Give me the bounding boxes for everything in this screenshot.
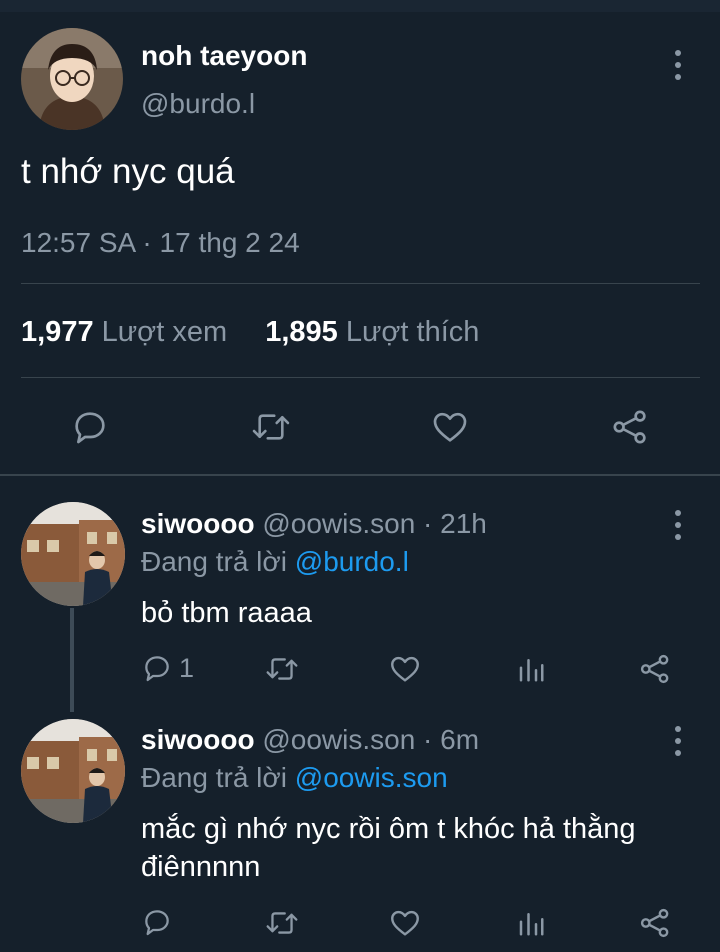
divider	[21, 283, 700, 284]
replying-to: Đang trả lời @oowis.son	[141, 762, 448, 794]
share-icon[interactable]	[638, 906, 672, 940]
author-handle[interactable]: @burdo.l	[141, 88, 255, 120]
thread-connector	[70, 608, 74, 712]
reply-author-meta[interactable]: @oowis.son · 21h	[262, 508, 487, 539]
reply-text: mắc gì nhớ nyc rồi ôm t khóc hả thằng đi…	[141, 813, 636, 883]
replying-prefix: Đang trả lời	[141, 762, 287, 793]
reply-author-line[interactable]: siwoooo @oowis.son · 21h	[141, 508, 487, 540]
tweet-timestamp[interactable]: 12:57 SA · 17 thg 2 24	[21, 227, 300, 259]
author-name[interactable]: noh taeyoon	[141, 40, 307, 72]
reply-count: 1	[179, 652, 195, 683]
reply-icon[interactable]: 1	[141, 652, 194, 684]
reply-avatar[interactable]	[21, 502, 125, 606]
mention-link[interactable]: @burdo.l	[295, 546, 409, 577]
divider	[21, 377, 700, 378]
views-count[interactable]: 1,977	[21, 316, 94, 348]
more-icon[interactable]	[670, 510, 686, 540]
top-border	[0, 0, 720, 12]
reply-avatar[interactable]	[21, 719, 125, 823]
likes-label[interactable]: Lượt thích	[346, 316, 480, 348]
reply-author-name[interactable]: siwoooo	[141, 724, 255, 755]
like-icon[interactable]	[388, 652, 422, 686]
analytics-icon[interactable]	[516, 908, 546, 938]
reply-author-meta[interactable]: @oowis.son · 6m	[262, 724, 479, 755]
reply-icon[interactable]	[141, 906, 173, 938]
share-icon[interactable]	[610, 407, 650, 447]
share-icon[interactable]	[638, 652, 672, 686]
replying-prefix: Đang trả lời	[141, 546, 287, 577]
section-separator	[0, 474, 720, 476]
views-label[interactable]: Lượt xem	[102, 316, 227, 348]
replying-to: Đang trả lời @burdo.l	[141, 546, 409, 578]
retweet-icon[interactable]	[250, 409, 292, 445]
likes-count[interactable]: 1,895	[265, 316, 338, 348]
mention-link[interactable]: @oowis.son	[295, 762, 448, 793]
more-icon[interactable]	[670, 50, 686, 80]
tweet-stats: 1,977 Lượt xem 1,895 Lượt thích	[21, 316, 479, 349]
reply-icon[interactable]	[70, 407, 110, 447]
tweet-text: t nhớ nyc quá	[21, 152, 235, 191]
analytics-icon[interactable]	[516, 654, 546, 684]
retweet-icon[interactable]	[264, 908, 300, 938]
reply-text: bỏ tbm raaaa	[141, 597, 312, 629]
reply-author-line[interactable]: siwoooo @oowis.son · 6m	[141, 724, 479, 756]
reply-author-name[interactable]: siwoooo	[141, 508, 255, 539]
avatar[interactable]	[21, 28, 123, 130]
like-icon[interactable]	[430, 407, 470, 447]
retweet-icon[interactable]	[264, 654, 300, 684]
like-icon[interactable]	[388, 906, 422, 940]
more-icon[interactable]	[670, 726, 686, 756]
